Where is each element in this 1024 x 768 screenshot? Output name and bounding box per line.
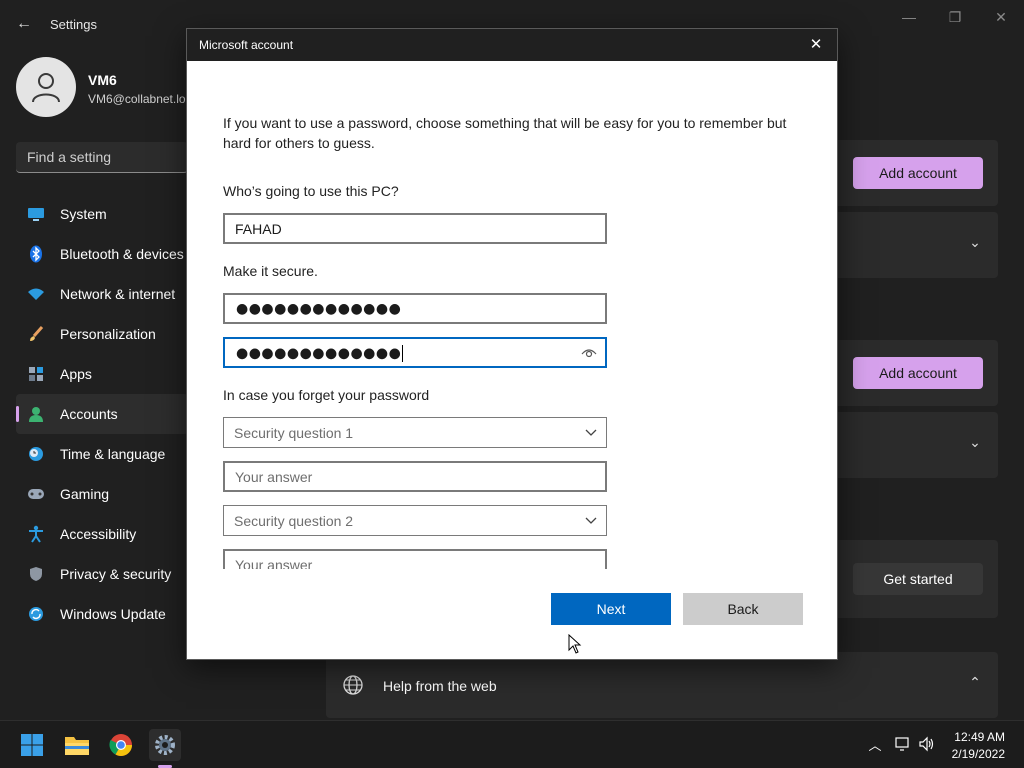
dialog-title: Microsoft account [199,38,294,52]
chevron-down-icon[interactable]: ⌄ [964,234,986,256]
sidebar-item-network[interactable]: Network & internet [16,274,188,314]
sidebar-item-accessibility[interactable]: Accessibility [16,514,188,554]
microsoft-account-dialog: Microsoft account ✕ If you want to use a… [186,28,838,660]
search-box[interactable] [16,142,188,173]
sidebar-item-bluetooth[interactable]: Bluetooth & devices [16,234,188,274]
file-explorer-icon[interactable] [61,729,93,761]
sidebar-item-label: Personalization [60,326,156,342]
start-icon[interactable] [16,729,48,761]
security-question-2-select[interactable]: Security question 2 [223,505,607,536]
sidebar-nav: System Bluetooth & devices Network & int… [16,194,188,634]
sidebar-item-label: Network & internet [60,286,176,302]
clock-globe-icon [26,444,46,464]
intro-text: If you want to use a password, choose so… [223,115,787,151]
globe-icon [343,675,363,695]
add-account-button[interactable]: Add account [853,157,983,189]
sidebar-item-time-language[interactable]: Time & language [16,434,188,474]
sidebar-item-label: Gaming [60,486,110,502]
sidebar-item-label: Accessibility [60,526,137,542]
chrome-icon[interactable] [105,729,137,761]
settings-icon[interactable] [149,729,181,761]
wifi-icon [26,284,46,304]
taskbar: ︿ 12:49 AM 2/19/2022 [0,720,1024,768]
answer-2-field[interactable] [223,549,607,569]
minimize-button[interactable]: — [886,6,932,28]
sidebar-item-system[interactable]: System [16,194,188,234]
sidebar-item-label: System [60,206,107,222]
back-button[interactable]: Back [683,593,803,625]
sidebar-item-privacy[interactable]: Privacy & security [16,554,188,594]
sidebar-item-label: Accounts [60,406,118,422]
close-window-button[interactable]: ✕ [978,6,1024,28]
username-input[interactable] [225,215,605,242]
sidebar-item-accounts[interactable]: Accounts [16,394,188,434]
secure-label: Make it secure. [223,263,318,279]
sidebar-item-personalization[interactable]: Personalization [16,314,188,354]
chevron-up-icon[interactable]: ⌃ [964,674,986,696]
restore-button[interactable]: ❐ [932,6,978,28]
avatar[interactable] [16,57,76,117]
sidebar-item-apps[interactable]: Apps [16,354,188,394]
password-field[interactable]: ●●●●●●●●●●●●● [223,293,607,324]
bluetooth-icon [26,244,46,264]
next-button[interactable]: Next [551,593,671,625]
text-caret [402,345,404,362]
update-icon [26,604,46,624]
help-label: Help from the web [383,678,497,694]
sidebar-item-label: Time & language [60,446,166,462]
sidebar-item-label: Privacy & security [60,566,172,582]
chevron-down-icon [585,517,597,524]
username-field[interactable] [223,213,607,244]
select-value: Security question 1 [234,425,354,441]
person-icon [32,73,60,103]
reveal-password-icon[interactable] [581,345,597,361]
gamepad-icon [26,484,46,504]
clock-date[interactable]: 2/19/2022 [952,747,1005,761]
security-question-1-select[interactable]: Security question 1 [223,417,607,448]
dialog-titlebar: Microsoft account ✕ [187,29,837,61]
sidebar-item-windows-update[interactable]: Windows Update [16,594,188,634]
apps-icon [26,364,46,384]
user-name: VM6 [88,72,117,88]
network-icon[interactable] [894,735,912,753]
back-arrow-icon[interactable]: ← [14,14,34,34]
shield-icon [26,564,46,584]
user-email: VM6@collabnet.local [88,92,188,106]
password-value: ●●●●●●●●●●●●● [236,301,402,317]
person-icon [26,404,46,424]
monitor-icon [26,204,46,224]
app-title: Settings [50,17,97,32]
volume-icon[interactable] [918,735,936,753]
answer-1-field[interactable] [223,461,607,492]
forget-label: In case you forget your password [223,387,430,403]
chevron-down-icon [585,429,597,436]
answer-1-input[interactable] [225,463,605,490]
brush-icon [26,324,46,344]
clock-time[interactable]: 12:49 AM [954,730,1005,744]
search-input[interactable] [16,142,188,172]
sidebar-item-label: Bluetooth & devices [60,246,184,262]
sidebar-item-label: Apps [60,366,92,382]
tray-overflow-chevron-icon[interactable]: ︿ [866,735,884,753]
dialog-body: If you want to use a password, choose so… [223,89,813,569]
who-label: Who’s going to use this PC? [223,183,399,199]
get-started-button[interactable]: Get started [853,563,983,595]
confirm-password-field[interactable]: ●●●●●●●●●●●●● [223,337,607,368]
add-other-account-button[interactable]: Add account [853,357,983,389]
answer-2-input[interactable] [225,551,605,569]
accessibility-icon [26,524,46,544]
sidebar-item-gaming[interactable]: Gaming [16,474,188,514]
chevron-down-icon[interactable]: ⌄ [964,434,986,456]
mouse-cursor-icon [568,634,582,654]
confirm-password-value: ●●●●●●●●●●●●● [236,345,404,362]
close-icon[interactable]: ✕ [805,35,827,55]
select-value: Security question 2 [234,513,354,529]
help-from-web-row[interactable]: Help from the web ⌃ [326,652,998,718]
sidebar-item-label: Windows Update [60,606,166,622]
